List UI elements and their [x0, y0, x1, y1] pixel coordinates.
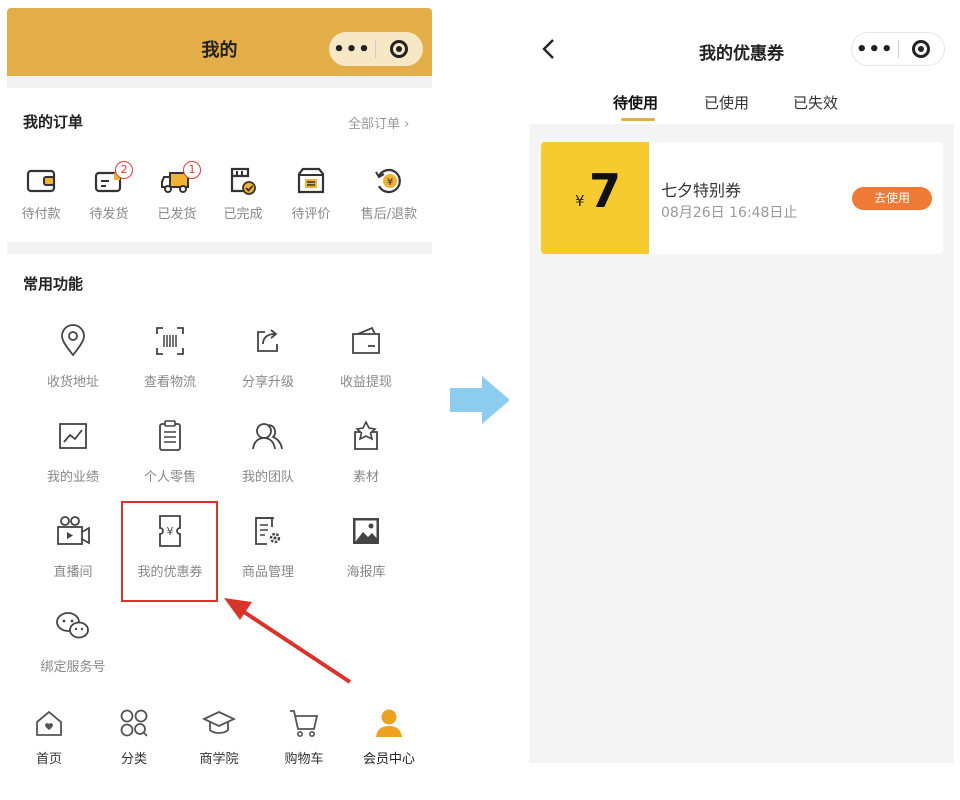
graduation-cap-icon — [177, 708, 261, 738]
order-shipped[interactable]: 1 已发货 — [145, 161, 209, 222]
completed-icon — [211, 163, 275, 199]
active-tab-indicator — [621, 118, 655, 121]
chart-line-icon — [24, 416, 122, 456]
func-goods-management[interactable]: 商品管理 — [219, 511, 317, 580]
transition-arrow — [450, 376, 510, 424]
coupon-currency: ¥ — [575, 192, 585, 210]
all-orders-link[interactable]: 全部订单 › — [348, 113, 409, 132]
nav-business-school[interactable]: 商学院 — [177, 708, 261, 767]
highlight-box — [121, 501, 218, 602]
func-shipping-address[interactable]: 收货地址 — [24, 321, 122, 390]
func-withdraw-earnings[interactable]: 收益提现 — [317, 321, 415, 390]
tab-expired[interactable]: 已失效 — [793, 92, 838, 113]
wechat-icon — [24, 606, 122, 646]
close-target-icon[interactable] — [898, 40, 944, 58]
poster-image-icon — [317, 511, 415, 551]
package-icon: 2 — [77, 161, 141, 199]
func-bind-service-account[interactable]: 绑定服务号 — [24, 606, 122, 675]
use-coupon-button[interactable]: 去使用 — [852, 187, 932, 210]
withdraw-wallet-icon — [317, 321, 415, 361]
nav-category[interactable]: 分类 — [92, 708, 176, 767]
category-icon — [92, 708, 176, 738]
close-target-icon[interactable] — [376, 40, 422, 58]
coupons-screen: 我的优惠券 ••• 待使用 已使用 已失效 ¥ 7 七夕特别券 08月26日 1… — [529, 8, 954, 763]
truck-icon: 1 — [145, 161, 209, 199]
func-live-room[interactable]: 直播间 — [24, 511, 122, 580]
video-camera-icon — [24, 511, 122, 551]
more-icon[interactable]: ••• — [329, 39, 375, 60]
func-personal-retail[interactable]: 个人零售 — [121, 416, 219, 485]
coupon-expiry: 08月26日 16:48日止 — [661, 205, 798, 221]
header-bar: 我的优惠券 ••• 待使用 已使用 已失效 — [529, 8, 954, 124]
barcode-scan-icon — [121, 321, 219, 361]
pointer-arrow — [224, 598, 352, 684]
func-my-performance[interactable]: 我的业绩 — [24, 416, 122, 485]
team-icon — [219, 416, 317, 456]
goods-settings-icon — [219, 511, 317, 551]
order-completed[interactable]: 已完成 — [211, 163, 275, 222]
tab-used[interactable]: 已使用 — [704, 92, 749, 113]
order-pending-shipment[interactable]: 2 待发货 — [77, 161, 141, 222]
func-track-logistics[interactable]: 查看物流 — [121, 321, 219, 390]
nav-cart[interactable]: 购物车 — [262, 708, 346, 767]
location-pin-icon — [24, 321, 122, 361]
func-my-team[interactable]: 我的团队 — [219, 416, 317, 485]
func-poster-library[interactable]: 海报库 — [317, 511, 415, 580]
functions-title: 常用功能 — [23, 275, 84, 293]
func-share-upgrade[interactable]: 分享升级 — [219, 321, 317, 390]
home-icon — [7, 708, 91, 738]
coupon-value-panel: ¥ 7 — [541, 142, 649, 254]
badge-count: 1 — [183, 161, 201, 179]
nav-member-center[interactable]: 会员中心 — [347, 708, 431, 767]
refund-icon: ¥ — [357, 163, 421, 199]
mini-program-capsule: ••• — [851, 32, 945, 66]
nav-home[interactable]: 首页 — [7, 708, 91, 767]
order-pending-review[interactable]: 待评价 — [279, 163, 343, 222]
coupon-amount: 7 — [589, 164, 622, 218]
cart-icon — [262, 708, 346, 738]
wallet-icon — [9, 163, 73, 199]
badge-count: 2 — [115, 161, 133, 179]
header-bar: 我的 ••• — [7, 8, 432, 76]
more-icon[interactable]: ••• — [852, 39, 898, 60]
user-icon — [347, 708, 431, 738]
func-materials[interactable]: 素材 — [317, 416, 415, 485]
material-star-icon — [317, 416, 415, 456]
tab-unused[interactable]: 待使用 — [613, 92, 658, 113]
order-after-sales[interactable]: ¥ 售后/退款 — [357, 163, 421, 222]
mini-program-capsule: ••• — [329, 32, 423, 66]
svg-text:¥: ¥ — [387, 177, 393, 188]
share-icon — [219, 321, 317, 361]
clipboard-icon — [121, 416, 219, 456]
bottom-tab-bar: 首页 分类 商学院 购物车 会员中心 — [7, 698, 432, 768]
coupon-card: ¥ 7 七夕特别券 08月26日 16:48日止 去使用 — [541, 142, 943, 254]
orders-title: 我的订单 — [23, 113, 84, 131]
review-box-icon — [279, 163, 343, 199]
order-pending-payment[interactable]: 待付款 — [9, 163, 73, 222]
coupon-name: 七夕特别券 — [661, 181, 742, 200]
